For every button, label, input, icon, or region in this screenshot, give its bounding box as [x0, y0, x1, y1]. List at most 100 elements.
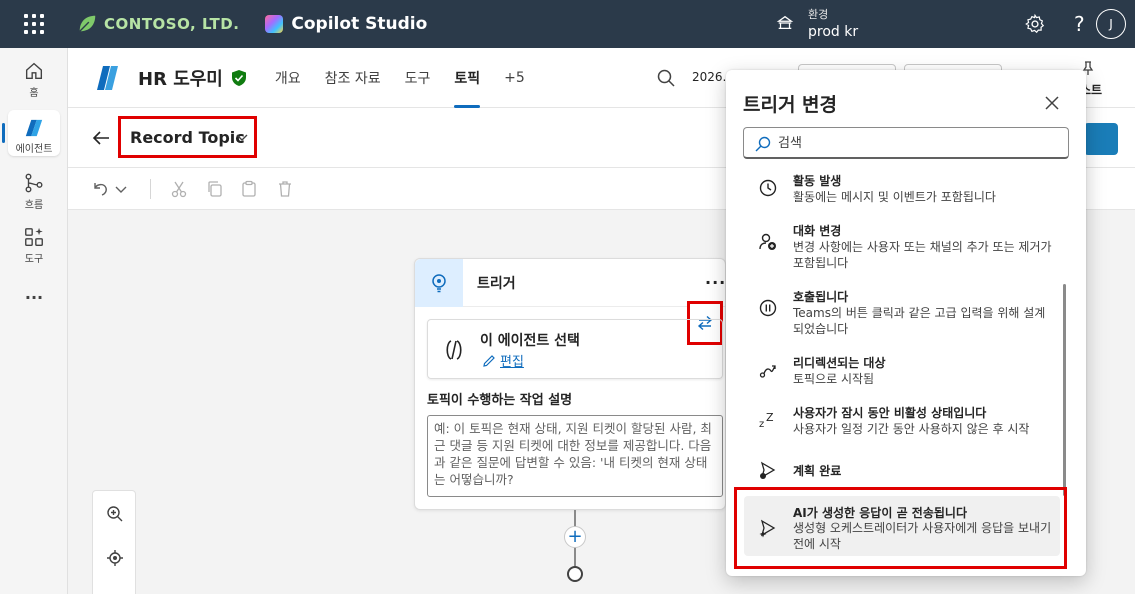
toolbar-divider	[150, 179, 151, 199]
chevron-down-icon[interactable]	[236, 134, 248, 142]
highlight-annotation	[734, 487, 1067, 569]
avatar[interactable]: J	[1096, 9, 1126, 39]
trigger-search-input[interactable]	[778, 133, 1058, 153]
org-logo: CONTOSO, LTD.	[76, 13, 239, 35]
app-launcher-icon[interactable]	[24, 14, 44, 34]
undo-icon[interactable]	[92, 180, 110, 198]
agent-selection-card[interactable]: 이 에이전트 선택 편집	[427, 319, 723, 379]
tools-icon	[25, 227, 43, 246]
tab-topics[interactable]: 토픽	[454, 48, 480, 108]
description-label: 토픽이 수행하는 작업 설명	[427, 393, 573, 408]
gear-icon[interactable]	[1024, 13, 1046, 35]
environment-label: 환경	[808, 8, 829, 21]
delete-icon[interactable]	[276, 180, 294, 198]
add-node-button[interactable]: +	[564, 526, 586, 548]
trigger-option-desc: Teams의 버튼 클릭과 같은 고급 입력을 위해 설계되었습니다	[793, 306, 1046, 336]
last-saved-date: 2026.	[692, 70, 727, 84]
trigger-option-activity[interactable]: 활동 발생 활동에는 메시지 및 이벤트가 포함됩니다	[744, 172, 1060, 212]
clock-icon	[759, 179, 777, 197]
rail-item-label: 에이전트	[15, 144, 53, 155]
panel-title: 트리거 변경	[743, 94, 838, 116]
recenter-icon[interactable]	[106, 549, 124, 567]
leaf-icon	[79, 15, 96, 32]
copy-icon[interactable]	[206, 180, 224, 198]
search-icon[interactable]	[656, 68, 676, 88]
home-icon	[25, 62, 43, 80]
trigger-option-desc: 변경 사항에는 사용자 또는 채널의 추가 또는 제거가 포함됩니다	[793, 240, 1052, 270]
tab-more[interactable]: +5	[504, 48, 525, 108]
tab-tools[interactable]: 도구	[405, 48, 431, 108]
save-button[interactable]	[1084, 123, 1118, 155]
chevron-down-icon[interactable]	[114, 180, 128, 198]
trigger-node[interactable]: 트리거 ··· 이 에이전트 선택 편집 토픽이 수행하는 작업 설명 예: 이…	[414, 258, 726, 510]
edit-link[interactable]: 편집	[482, 351, 524, 370]
agent-name: HR 도우미	[138, 68, 223, 90]
trigger-option-plan-complete[interactable]: 계획 완료	[744, 454, 1060, 488]
rail-item-label: 홈	[29, 88, 39, 99]
search-icon	[755, 136, 771, 152]
agent-card-title: 이 에이전트 선택	[480, 333, 580, 349]
redirect-icon	[759, 365, 776, 378]
agent-select-icon	[446, 340, 462, 360]
tab-knowledge[interactable]: 참조 자료	[325, 48, 381, 108]
rail-item-label: 도구	[24, 254, 44, 265]
environment-value: prod kr	[808, 24, 859, 40]
org-name: CONTOSO, LTD.	[104, 15, 240, 33]
app-brand[interactable]: Copilot Studio	[265, 14, 427, 34]
zoom-in-icon[interactable]	[106, 505, 124, 523]
back-arrow-icon[interactable]	[92, 130, 110, 146]
trigger-option-conversation-update[interactable]: 대화 변경 변경 사항에는 사용자 또는 채널의 추가 또는 제거가 포함됩니다	[744, 222, 1060, 278]
trigger-option-desc: 사용자가 일정 기간 동안 사용하지 않은 후 시작	[793, 422, 1030, 436]
cut-icon[interactable]	[170, 180, 188, 198]
copilot-studio-logo-icon	[265, 15, 284, 33]
rail-item-tools[interactable]: 도구	[0, 226, 68, 265]
trigger-option-invoked[interactable]: 호출됩니다 Teams의 버튼 클릭과 같은 고급 입력을 위해 설계되었습니다	[744, 288, 1060, 344]
pencil-icon	[483, 354, 495, 367]
trigger-search-field[interactable]	[743, 127, 1069, 159]
trigger-option-redirect[interactable]: 리디렉션되는 대상 토픽으로 시작됨	[744, 354, 1060, 394]
trigger-option-title: 계획 완료	[793, 464, 842, 478]
zoom-controls	[92, 490, 136, 594]
trigger-option-title: 호출됩니다	[793, 290, 849, 304]
flow-end-node	[567, 566, 583, 582]
trigger-icon-box	[415, 258, 463, 307]
trigger-option-inactivity[interactable]: zZ 사용자가 잠시 동안 비활성 상태입니다 사용자가 일정 기간 동안 사용…	[744, 404, 1060, 444]
trigger-bulb-icon	[432, 273, 446, 292]
verified-shield-icon	[231, 69, 246, 86]
flow-icon	[25, 173, 43, 193]
help-icon[interactable]: ?	[1074, 12, 1085, 36]
agent-logo-icon	[92, 61, 124, 94]
svg-text:Z: Z	[766, 411, 774, 424]
app-name: Copilot Studio	[291, 14, 428, 34]
environment-picker[interactable]: 환경 prod kr	[776, 6, 858, 40]
trigger-option-title: 활동 발생	[793, 174, 842, 188]
rail-item-agents[interactable]: 에이전트	[0, 118, 68, 155]
person-add-icon	[759, 233, 776, 250]
trigger-option-desc: 활동에는 메시지 및 이벤트가 포함됩니다	[793, 190, 996, 204]
trigger-option-desc: 토픽으로 시작됨	[793, 372, 875, 386]
tab-overview[interactable]: 개요	[275, 48, 301, 108]
trigger-node-header: 트리거	[415, 258, 725, 307]
trigger-option-title: 대화 변경	[793, 224, 842, 238]
environment-icon	[776, 15, 794, 30]
paste-icon[interactable]	[240, 180, 258, 198]
agent-icon	[25, 119, 43, 137]
trigger-option-title: 리디렉션되는 대상	[793, 356, 886, 370]
left-rail: 홈 에이전트 흐름 도구 ···	[0, 48, 68, 594]
sleep-icon: zZ	[759, 411, 774, 430]
svg-text:z: z	[759, 419, 764, 430]
panel-scrollbar[interactable]	[1063, 284, 1066, 496]
node-more-options-icon[interactable]: ···	[705, 273, 726, 292]
description-textarea[interactable]: 예: 이 토픽은 현재 상태, 지원 티켓이 할당된 사람, 최근 댓글 등 지…	[427, 415, 723, 497]
close-icon[interactable]	[1044, 95, 1060, 111]
plan-complete-icon	[760, 461, 776, 479]
pause-circle-icon	[759, 299, 777, 317]
trigger-node-title: 트리거	[477, 275, 516, 292]
agent-tabs: 개요 참조 자료 도구 토픽 +5	[275, 48, 549, 108]
rail-more-icon[interactable]: ···	[0, 288, 68, 307]
rail-item-home[interactable]: 홈	[0, 60, 68, 99]
top-bar: CONTOSO, LTD. Copilot Studio 환경 prod kr …	[0, 0, 1135, 48]
rail-item-flows[interactable]: 흐름	[0, 172, 68, 211]
rail-item-label: 흐름	[24, 200, 44, 211]
trigger-option-title: 사용자가 잠시 동안 비활성 상태입니다	[793, 406, 987, 420]
